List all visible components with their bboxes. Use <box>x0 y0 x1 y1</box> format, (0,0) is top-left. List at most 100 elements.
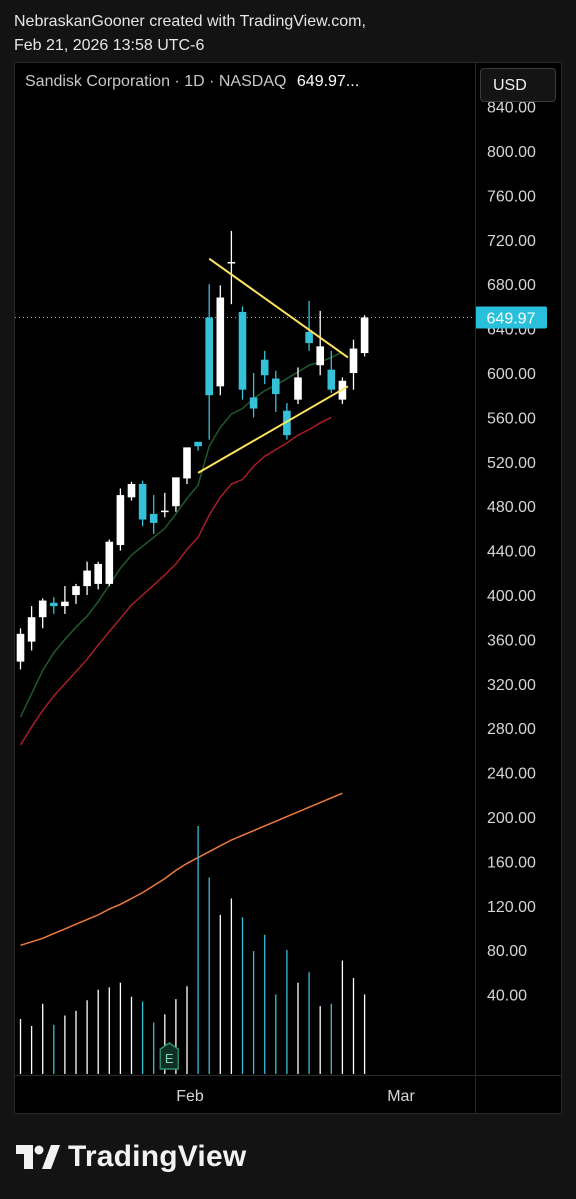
symbol-name: Sandisk Corporation · 1D · NASDAQ <box>25 73 287 90</box>
price-tick-label: 400.00 <box>487 588 536 605</box>
candle <box>305 300 313 351</box>
time-tick-label: Mar <box>387 1088 415 1105</box>
candle <box>116 488 125 551</box>
candle <box>72 583 80 604</box>
timestamp-line: Feb 21, 2026 13:58 UTC-6 <box>14 37 205 54</box>
candle-body <box>227 262 236 264</box>
candle-body <box>127 484 136 498</box>
candle <box>27 606 36 651</box>
candle-body <box>216 297 225 387</box>
candle-body <box>316 346 324 366</box>
price-chart[interactable]: 840.00800.00760.00720.00680.00640.00600.… <box>15 63 561 1113</box>
candle-body <box>172 477 180 507</box>
candle <box>172 477 180 512</box>
candle <box>205 284 213 440</box>
chart-frame[interactable]: 840.00 800.00 760.00 720.00 680.00 640.00 600.… <box>14 62 562 1114</box>
candle <box>227 230 236 305</box>
candle <box>38 598 47 629</box>
footer-brand: TradingView <box>16 1140 246 1174</box>
candle-body <box>194 441 202 447</box>
price-tick-label: 360.00 <box>487 632 536 649</box>
candle <box>61 586 69 614</box>
price-tick-label: 800.00 <box>487 144 536 161</box>
candle <box>272 370 280 412</box>
ema-short-line <box>19 351 343 718</box>
candle <box>327 350 336 393</box>
time-axis-separator <box>15 1075 561 1076</box>
candle-body <box>305 331 313 344</box>
candle <box>138 480 147 527</box>
price-tick-label: 440.00 <box>487 544 536 561</box>
price-axis-separator <box>475 63 476 1113</box>
volume-ma-line <box>20 792 343 947</box>
candle <box>360 315 369 357</box>
price-tick-label: 240.00 <box>487 766 536 783</box>
brand-name: TradingView <box>68 1140 247 1173</box>
candle <box>149 495 158 534</box>
candle-body <box>50 602 58 607</box>
candle <box>50 597 58 614</box>
candle <box>238 306 247 400</box>
candle <box>161 492 169 518</box>
candle-body <box>38 600 47 618</box>
price-tick-label: 680.00 <box>487 277 536 294</box>
candle <box>216 285 225 396</box>
price-tick-label: 280.00 <box>487 721 536 738</box>
price-tick-label: 480.00 <box>487 499 536 516</box>
author-line: NebraskanGooner created with TradingView… <box>14 13 366 30</box>
price-tick-label: 720.00 <box>487 233 536 250</box>
header: NebraskanGooner created with TradingView… <box>14 10 366 58</box>
candle-body <box>260 359 269 376</box>
price-tick-label: 560.00 <box>487 410 536 427</box>
price-tick-label: 200.00 <box>487 810 536 827</box>
candle-body <box>360 317 369 354</box>
last-price-label: 649.97 <box>487 311 536 328</box>
price-tick-label: 120.00 <box>487 899 536 916</box>
legend-last-value: 649.97... <box>296 73 360 90</box>
price-tick-label: 80.00 <box>487 943 527 960</box>
candle <box>316 310 324 376</box>
candle-body <box>238 311 247 390</box>
candle-body <box>61 601 69 607</box>
candle <box>249 373 258 418</box>
candle-body <box>183 447 191 479</box>
candle-body <box>72 586 80 595</box>
price-tick-label: 320.00 <box>487 677 536 694</box>
candle-body <box>149 513 158 523</box>
candle-body <box>138 484 147 520</box>
candle-body <box>83 570 91 587</box>
earnings-marker-label: E <box>165 1051 174 1066</box>
currency-button[interactable]: USD <box>480 68 556 102</box>
candle-body <box>27 617 36 642</box>
candle <box>16 628 25 670</box>
candle-body <box>349 348 358 373</box>
candle-body <box>205 317 213 396</box>
candle <box>94 561 102 590</box>
time-tick-label: Feb <box>176 1088 204 1105</box>
candle-body <box>294 377 302 400</box>
candle-body <box>249 397 258 409</box>
candle <box>349 339 358 390</box>
candle <box>105 539 114 587</box>
symbol-legend[interactable]: Sandisk Corporation · 1D · NASDAQ 649.97… <box>25 73 359 91</box>
price-tick-label: 40.00 <box>487 988 527 1005</box>
candle-body <box>327 369 336 390</box>
triangle-lower-line <box>197 385 349 474</box>
candle <box>260 350 269 385</box>
price-tick-label: 160.00 <box>487 854 536 871</box>
candle <box>194 441 202 451</box>
tradingview-logo-icon <box>16 1145 60 1169</box>
candle-body <box>94 563 102 584</box>
candle-body <box>161 510 169 513</box>
candle <box>183 447 191 484</box>
candle-body <box>105 541 114 584</box>
candle <box>127 481 136 501</box>
ema-long-line <box>19 416 332 746</box>
triangle-upper-line <box>208 257 349 359</box>
candle <box>83 561 91 595</box>
candle-body <box>272 378 280 395</box>
candle-body <box>16 633 25 662</box>
price-tick-label: 600.00 <box>487 366 536 383</box>
candle-body <box>116 495 125 546</box>
price-tick-label: 520.00 <box>487 455 536 472</box>
